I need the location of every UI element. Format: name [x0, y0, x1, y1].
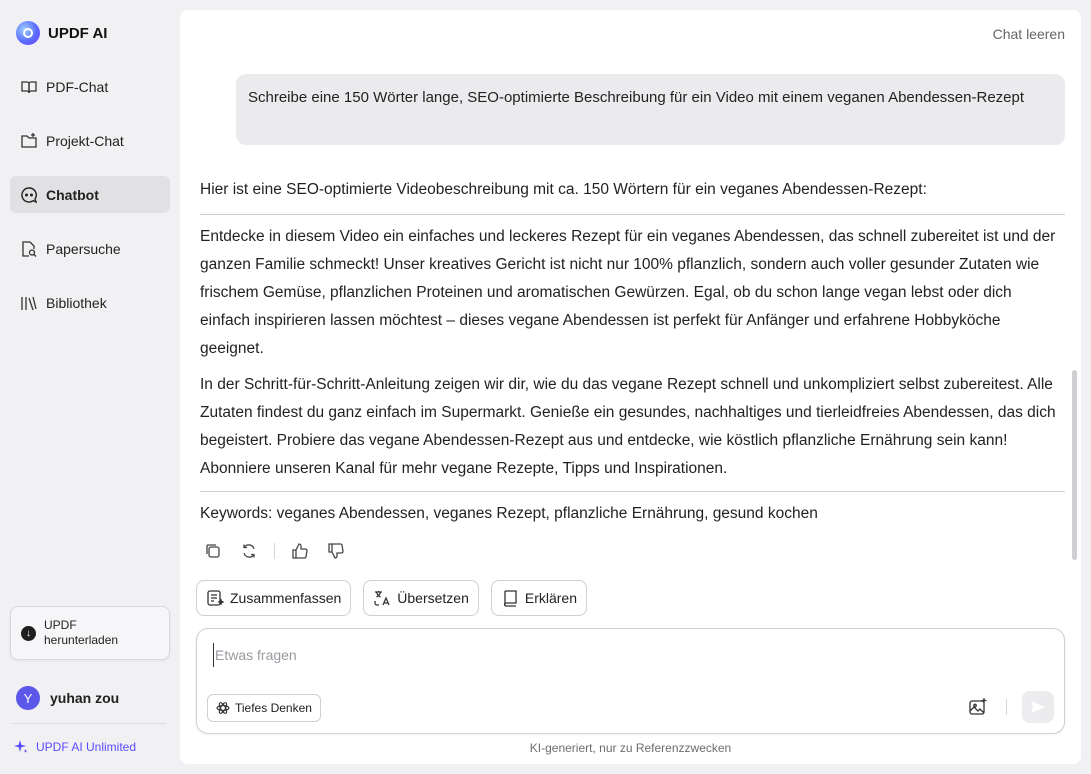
sidebar-item-label: Projekt-Chat [46, 132, 124, 149]
download-label: UPDF herunterladen [44, 618, 118, 648]
folder-plus-icon [21, 132, 37, 148]
deep-think-toggle[interactable]: Tiefes Denken [207, 694, 321, 722]
message-input[interactable] [213, 643, 1013, 667]
chat-bot-icon [21, 186, 38, 203]
book-icon [503, 590, 517, 607]
thumbs-down-icon [328, 543, 344, 559]
sidebar-nav: PDF-Chat Projekt-Chat Chatbot Papersuche… [10, 68, 170, 338]
summarize-label: Zusammenfassen [230, 590, 342, 606]
book-open-icon [21, 80, 37, 93]
updf-ai-unlimited-link[interactable]: UPDF AI Unlimited [14, 740, 136, 754]
message-actions [202, 540, 347, 562]
answer-keywords: Keywords: veganes Abendessen, veganes Re… [200, 505, 818, 522]
library-icon [21, 296, 37, 310]
answer-divider [200, 491, 1065, 492]
answer-intro: Hier ist eine SEO-optimierte Videobeschr… [200, 181, 927, 198]
send-button[interactable] [1022, 691, 1054, 723]
paper-search-icon [22, 240, 37, 257]
brand-name: UPDF AI [48, 24, 108, 42]
thumbs-up-button[interactable] [289, 540, 311, 562]
translate-label: Übersetzen [397, 590, 469, 606]
sidebar-item-label: PDF-Chat [46, 78, 109, 95]
sidebar-item-papersuche[interactable]: Papersuche [10, 230, 170, 267]
summarize-button[interactable]: Zusammenfassen [196, 580, 352, 616]
sidebar-item-label: Bibliothek [46, 294, 107, 311]
actions-separator [274, 543, 275, 559]
sidebar-item-projekt-chat[interactable]: Projekt-Chat [10, 122, 170, 159]
answer-divider [200, 214, 1065, 215]
translate-icon [374, 591, 390, 606]
brand[interactable]: UPDF AI [16, 21, 107, 45]
answer-paragraph: In der Schritt-für-Schritt-Anleitung zei… [200, 376, 1056, 477]
summarize-icon [207, 590, 224, 606]
deep-think-label: Tiefes Denken [235, 701, 312, 715]
answer-paragraph: Entdecke in diesem Video ein einfaches u… [200, 228, 1056, 357]
message-composer: Tiefes Denken [196, 628, 1065, 734]
copy-icon [206, 544, 220, 558]
translate-button[interactable]: Übersetzen [363, 580, 479, 616]
regenerate-button[interactable] [238, 540, 260, 562]
copy-button[interactable] [202, 540, 224, 562]
avatar: Y [16, 686, 40, 710]
updf-logo-icon [16, 21, 40, 45]
unlimited-label: UPDF AI Unlimited [36, 740, 137, 754]
sidebar-item-bibliothek[interactable]: Bibliothek [10, 284, 170, 321]
user-name: yuhan zou [50, 690, 120, 706]
image-add-icon [969, 698, 987, 715]
quick-actions: Zusammenfassen Übersetzen Erklären [196, 580, 588, 616]
sidebar-divider [12, 723, 166, 724]
user-profile[interactable]: Y yuhan zou [16, 686, 119, 710]
sparkle-icon [14, 740, 28, 753]
download-icon: ↓ [21, 625, 36, 641]
download-updf-button[interactable]: ↓ UPDF herunterladen [10, 606, 170, 660]
sidebar-item-label: Chatbot [46, 186, 99, 203]
thumbs-up-icon [292, 543, 308, 559]
ai-disclaimer: KI-generiert, nur zu Referenzzwecken [529, 741, 732, 755]
download-label-line2: herunterladen [44, 633, 119, 647]
sidebar: UPDF AI PDF-Chat Projekt-Chat Chatbot Pa… [0, 0, 180, 774]
image-upload-button[interactable] [966, 695, 990, 719]
sidebar-item-label: Papersuche [46, 240, 121, 257]
scrollbar-thumb[interactable] [1072, 370, 1077, 560]
assistant-answer: Hier ist eine SEO-optimierte Videobeschr… [200, 176, 1065, 528]
chat-panel: Chat leeren Schreibe eine 150 Wörter lan… [180, 10, 1081, 764]
download-label-line1: UPDF [44, 618, 77, 632]
send-icon [1031, 701, 1045, 713]
atom-icon [216, 702, 230, 714]
sidebar-item-pdf-chat[interactable]: PDF-Chat [10, 68, 170, 105]
clear-chat-button[interactable]: Chat leeren [993, 26, 1065, 42]
user-message: Schreibe eine 150 Wörter lange, SEO-opti… [236, 74, 1065, 145]
explain-button[interactable]: Erklären [490, 580, 588, 616]
composer-separator [1006, 699, 1007, 715]
refresh-icon [243, 544, 255, 558]
explain-label: Erklären [524, 590, 578, 606]
sidebar-item-chatbot[interactable]: Chatbot [10, 176, 170, 213]
thumbs-down-button[interactable] [325, 540, 347, 562]
